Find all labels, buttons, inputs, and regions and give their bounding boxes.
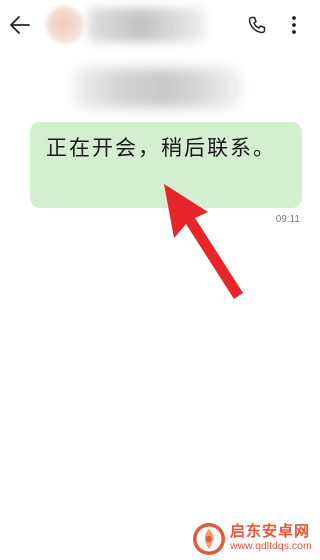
- message-bubble[interactable]: 正在开会，稍后联系。: [30, 122, 302, 208]
- message-text: 正在开会，稍后联系。: [46, 136, 276, 160]
- message-timestamp: 09:11: [275, 214, 300, 225]
- call-button[interactable]: [244, 11, 270, 39]
- more-vertical-icon: [292, 16, 296, 34]
- back-arrow-icon: [10, 16, 30, 34]
- contact-avatar[interactable]: [46, 6, 84, 44]
- watermark: 启东安卓网 www.qdltdqs.com: [192, 520, 320, 560]
- top-bar: [0, 0, 320, 50]
- phone-icon: [248, 16, 266, 34]
- contact-name-blurred[interactable]: [88, 8, 206, 42]
- watermark-logo-icon: [193, 523, 225, 555]
- blurred-date-label: [74, 68, 242, 108]
- more-options-button[interactable]: [284, 11, 304, 39]
- back-button[interactable]: [6, 11, 34, 39]
- watermark-url: www.qdltdqs.com: [230, 540, 312, 552]
- watermark-name: 启东安卓网: [230, 522, 311, 540]
